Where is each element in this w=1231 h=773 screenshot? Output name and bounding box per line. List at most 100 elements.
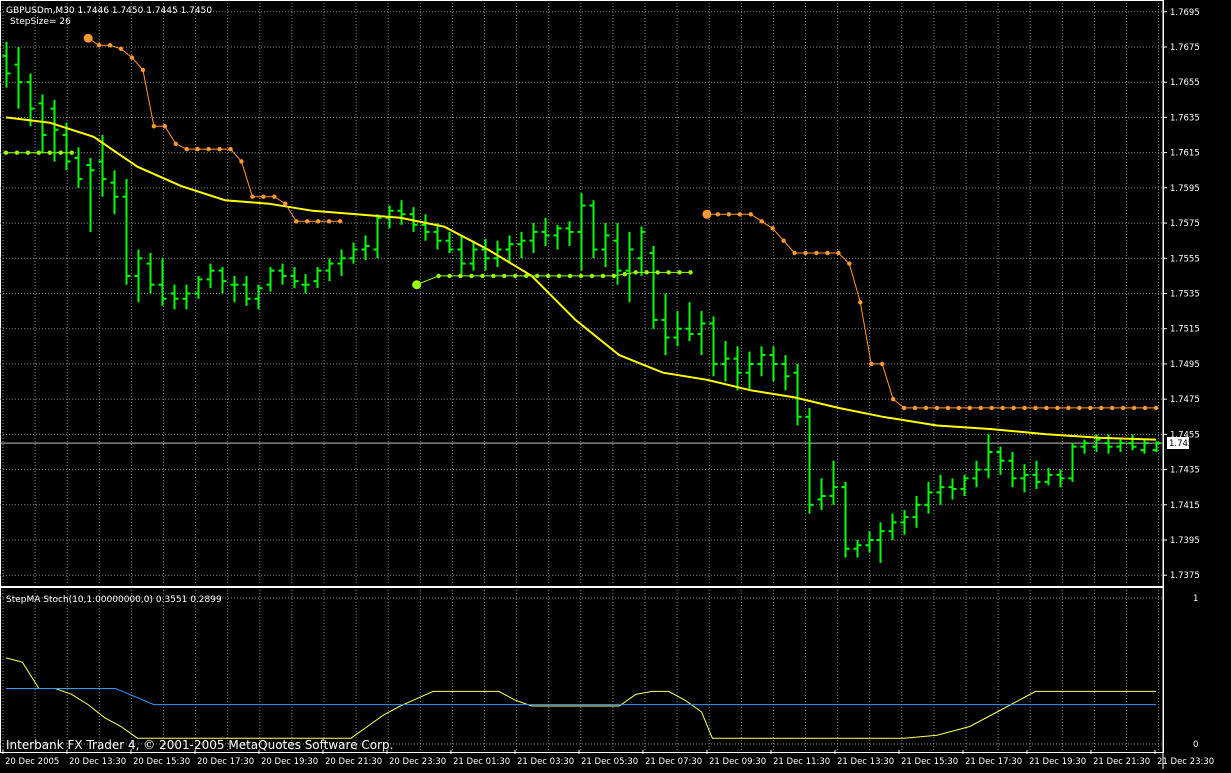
chart-background — [0, 0, 1231, 769]
step-lower-dot — [545, 273, 551, 279]
x-tick-label: 21 Dec 17:30 — [965, 757, 1022, 767]
x-tick-label: 20 Dec 21:30 — [325, 757, 382, 767]
step-upper-dot — [781, 238, 786, 243]
step-upper-dot — [283, 201, 288, 206]
step-upper-dot — [184, 146, 189, 152]
y-tick-label: 1.7535 — [1170, 290, 1200, 300]
x-tick-label: 21 Dec 15:30 — [901, 757, 958, 767]
step-upper-dot — [912, 405, 918, 411]
step-lower-dot — [458, 273, 463, 279]
step-upper-dot — [869, 361, 874, 367]
step-upper-dot — [261, 194, 266, 199]
y-tick-label: 1.7555 — [1170, 254, 1200, 264]
step-lower-dot — [3, 150, 9, 155]
step-lower-dot — [491, 273, 496, 279]
step-upper-dot — [1000, 405, 1005, 411]
x-tick-label: 21 Dec 23:30 — [1157, 757, 1214, 767]
x-tick-label: 20 Dec 13:30 — [69, 757, 126, 767]
step-upper-dot — [1077, 405, 1082, 411]
step-lower-dot — [666, 270, 671, 275]
step-upper-dot — [129, 55, 135, 60]
y-tick-label: 1.7435 — [1170, 466, 1200, 476]
step-lower-dot — [502, 273, 507, 279]
step-upper-dot — [956, 405, 962, 411]
y-tick-label: 1.7635 — [1170, 113, 1200, 123]
step-upper-dot — [337, 219, 343, 224]
step-upper-dot — [836, 250, 841, 256]
y-tick-label: 1.7595 — [1170, 184, 1200, 194]
step-upper-dot — [825, 250, 830, 256]
step-lower-start-marker — [412, 280, 422, 290]
step-lower-dot — [480, 273, 485, 279]
stoch-y-tick-label: 0 — [1193, 740, 1198, 750]
step-upper-dot — [715, 212, 721, 217]
step-upper-dot — [1109, 405, 1115, 411]
step-lower-dot — [469, 273, 474, 279]
step-upper-dot — [726, 212, 732, 217]
x-tick-label: 20 Dec 17:30 — [197, 757, 254, 767]
x-tick-label: 20 Dec 19:30 — [261, 757, 318, 767]
y-tick-label: 1.7475 — [1170, 395, 1200, 405]
step-upper-dot — [326, 219, 332, 224]
main-header-stepsize: StepSize= 26 — [10, 17, 71, 27]
step-upper-dot — [978, 405, 983, 411]
watermark-text: Interbank FX Trader 4, © 2001-2005 MetaQ… — [6, 738, 394, 752]
step-upper-dot — [272, 194, 277, 199]
step-lower-dot — [611, 273, 617, 279]
step-upper-dot — [107, 43, 113, 48]
step-upper-dot — [195, 146, 200, 152]
step-upper-dot — [901, 405, 907, 411]
x-tick-label: 21 Dec 05:30 — [581, 757, 638, 767]
step-upper-dot — [250, 194, 255, 199]
step-lower-dot — [655, 270, 660, 275]
step-upper-dot — [162, 124, 168, 129]
x-tick-label: 21 Dec 01:30 — [453, 757, 510, 767]
step-upper-dot — [967, 405, 973, 411]
step-upper-dot — [1011, 405, 1016, 411]
step-lower-dot — [589, 273, 595, 279]
step-lower-dot — [600, 273, 606, 279]
step-lower-dot — [567, 273, 573, 279]
step-upper-dot — [847, 261, 852, 266]
step-upper-dot — [228, 146, 233, 152]
step-upper-dot — [118, 46, 124, 51]
step-lower-dot — [25, 150, 31, 155]
y-tick-label: 1.7695 — [1170, 8, 1200, 18]
step-lower-dot — [47, 150, 53, 155]
step-upper-dot — [1131, 405, 1137, 411]
step-upper-dot — [294, 219, 299, 224]
step-lower-dot — [447, 273, 452, 279]
y-tick-label: 1.7415 — [1170, 501, 1200, 511]
step-upper-dot — [792, 250, 797, 256]
y-tick-label: 1.7375 — [1170, 571, 1200, 581]
step-upper-dot — [814, 250, 819, 256]
step-lower-dot — [578, 273, 584, 279]
stoch-y-tick-label: 1 — [1193, 594, 1198, 604]
y-tick-label: 1.7515 — [1170, 325, 1200, 335]
step-lower-dot — [69, 150, 74, 155]
step-upper-dot — [140, 67, 146, 73]
step-upper-dot — [748, 212, 753, 217]
step-upper-dot — [1033, 405, 1038, 411]
step-upper-dot — [1099, 405, 1104, 411]
step-upper-dot — [945, 405, 951, 411]
step-upper-dot — [1153, 405, 1159, 411]
step-upper-dot — [934, 405, 940, 411]
step-upper-dot — [923, 405, 929, 411]
step-upper-dot — [879, 361, 885, 367]
x-tick-label: 20 Dec 2005 — [5, 757, 59, 767]
step-upper-dot — [1120, 405, 1126, 411]
y-tick-label: 1.7395 — [1170, 536, 1200, 546]
step-upper-dot — [1088, 405, 1093, 411]
step-lower-dot — [622, 271, 628, 277]
step-upper-dot — [151, 124, 157, 129]
step-upper-dot — [803, 250, 808, 256]
step-lower-dot — [633, 270, 638, 275]
step-upper-dot — [858, 300, 863, 305]
chart-svg: 1.7695 1.7675 1.7655 1.7635 1.7615 1.7595 1.75… — [0, 0, 1231, 769]
step-upper-dot — [989, 405, 994, 411]
step-upper-dot — [1142, 405, 1148, 411]
y-tick-label: 1.7575 — [1170, 219, 1200, 229]
chart-root: 1.7695 1.7675 1.7655 1.7635 1.7615 1.7595 1.75… — [0, 0, 1231, 769]
step-upper-dot — [315, 219, 321, 224]
